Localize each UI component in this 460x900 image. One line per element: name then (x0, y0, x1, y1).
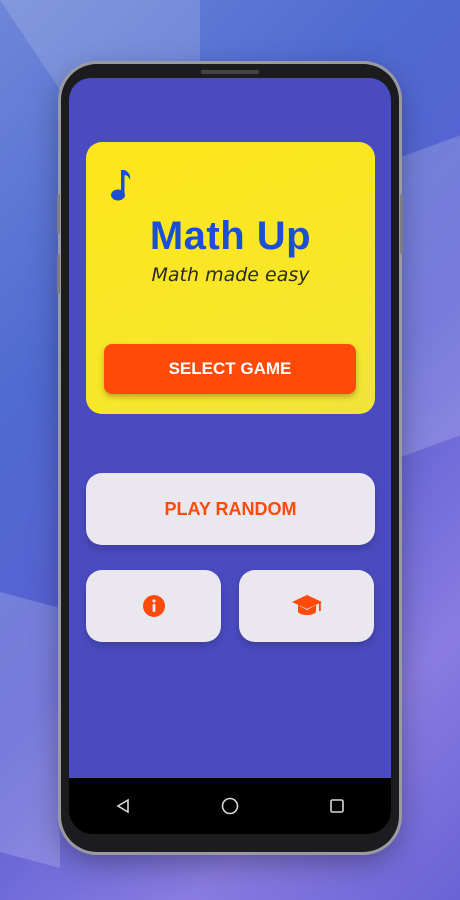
volume-button (57, 254, 60, 294)
home-circle-icon (221, 797, 239, 815)
learn-button[interactable] (239, 570, 374, 642)
play-random-button[interactable]: PLAY RANDOM (86, 473, 375, 545)
app-screen: Math Up Math made easy SELECT GAME PLAY … (69, 78, 391, 778)
system-nav-bar (69, 778, 391, 834)
info-icon (142, 595, 165, 617)
nav-home-button[interactable] (210, 786, 250, 826)
info-button[interactable] (86, 570, 221, 642)
nav-recent-button[interactable] (317, 786, 357, 826)
app-subtitle: Math made easy (151, 264, 310, 286)
background-shard (0, 591, 60, 869)
back-triangle-icon (116, 798, 129, 814)
recent-square-icon (330, 799, 345, 813)
phone-frame: Math Up Math made easy SELECT GAME PLAY … (57, 64, 403, 852)
speaker-grille (201, 70, 259, 74)
power-button (400, 194, 403, 254)
graduation-cap-icon (291, 595, 322, 615)
app-title: Math Up (149, 214, 312, 258)
nav-back-button[interactable] (103, 786, 143, 826)
music-note-icon[interactable] (110, 168, 134, 202)
volume-button (57, 194, 60, 234)
hero-card: Math Up Math made easy SELECT GAME (86, 142, 375, 414)
select-game-button[interactable]: SELECT GAME (104, 344, 356, 394)
